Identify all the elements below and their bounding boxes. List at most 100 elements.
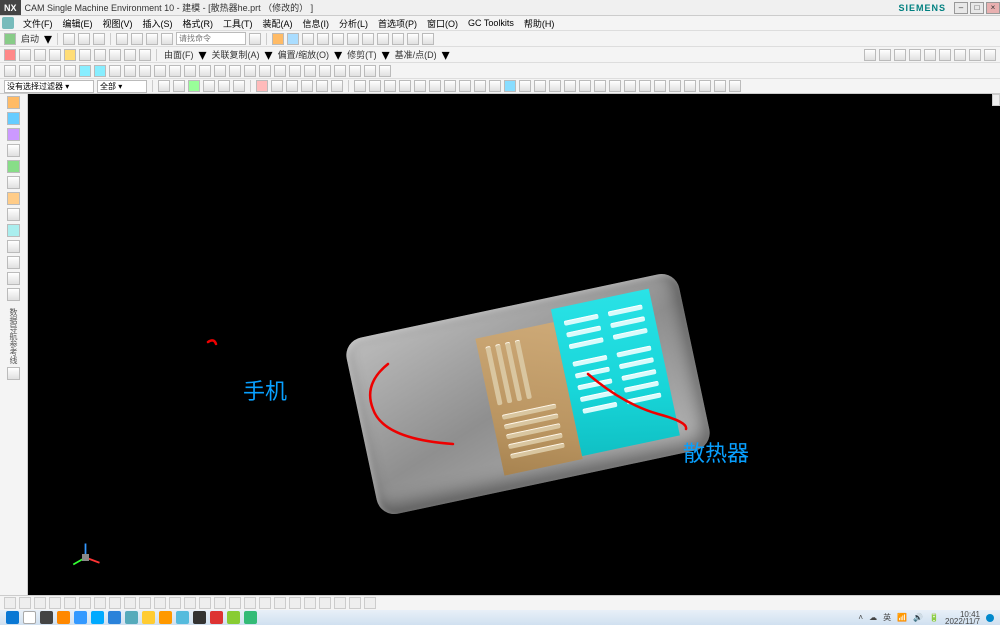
menu-insert[interactable]: 插入(S) [138, 17, 178, 30]
tb3-icon[interactable] [139, 65, 151, 77]
sidebar-icon[interactable] [7, 192, 20, 205]
fb-icon[interactable] [354, 80, 366, 92]
menu-help[interactable]: 帮助(H) [519, 17, 560, 30]
task-view-icon[interactable] [40, 611, 53, 624]
tb1-icon[interactable] [78, 33, 90, 45]
sb-icon[interactable] [139, 597, 151, 609]
sb-icon[interactable] [349, 597, 361, 609]
tb3-icon[interactable] [244, 65, 256, 77]
taskbar-app-icon[interactable] [176, 611, 189, 624]
tb1-icon[interactable] [93, 33, 105, 45]
tb3-icon[interactable] [259, 65, 271, 77]
taskbar-app-icon[interactable] [210, 611, 223, 624]
fb-icon[interactable] [256, 80, 268, 92]
tb3-icon[interactable] [214, 65, 226, 77]
tb2-icon[interactable] [109, 49, 121, 61]
menu-tools[interactable]: 工具(T) [218, 17, 258, 30]
fb-icon[interactable] [489, 80, 501, 92]
tb3-icon[interactable] [184, 65, 196, 77]
taskbar-app-icon[interactable] [159, 611, 172, 624]
tb1-icon[interactable] [362, 33, 374, 45]
sidebar-icon[interactable] [7, 176, 20, 189]
fb-icon[interactable] [188, 80, 200, 92]
fb-icon[interactable] [399, 80, 411, 92]
tb3-icon[interactable] [124, 65, 136, 77]
tb3-icon[interactable] [4, 65, 16, 77]
tb2-icon[interactable] [4, 49, 16, 61]
taskbar-app-icon[interactable] [125, 611, 138, 624]
file-explorer-icon[interactable] [142, 611, 155, 624]
tb1-icon[interactable] [63, 33, 75, 45]
sb-icon[interactable] [49, 597, 61, 609]
model-phone-body[interactable] [343, 271, 713, 518]
sidebar-icon[interactable] [7, 96, 20, 109]
menu-prefs[interactable]: 首选项(P) [373, 17, 422, 30]
tb1-icon[interactable] [317, 33, 329, 45]
sidebar-icon[interactable] [7, 256, 20, 269]
clock-date[interactable]: 2022/11/7 [945, 618, 980, 625]
tb1-icon[interactable] [272, 33, 284, 45]
tb2-icon[interactable] [49, 49, 61, 61]
tb2-icon[interactable] [984, 49, 996, 61]
fb-icon[interactable] [173, 80, 185, 92]
menu-gc[interactable]: GC Toolkits [463, 18, 519, 28]
tb3-icon[interactable] [109, 65, 121, 77]
start-icon[interactable] [4, 33, 16, 45]
tb2-icon[interactable] [939, 49, 951, 61]
selection-filter-dropdown[interactable]: 没有选择过滤器 ▾ [4, 80, 94, 93]
sb-icon[interactable] [199, 597, 211, 609]
sidebar-icon[interactable] [7, 224, 20, 237]
fb-icon[interactable] [639, 80, 651, 92]
taskbar-app-icon[interactable] [108, 611, 121, 624]
close-button[interactable]: × [986, 2, 1000, 14]
tb1-icon[interactable] [392, 33, 404, 45]
command-finder-input[interactable] [176, 32, 246, 45]
scope-dropdown[interactable]: 全部 ▾ [97, 80, 147, 93]
sidebar-icon[interactable] [7, 144, 20, 157]
tb3-icon[interactable] [304, 65, 316, 77]
graphics-viewport[interactable]: 手机 散热器 [28, 94, 1000, 595]
sidebar-icon[interactable] [7, 367, 20, 380]
tb2-icon[interactable] [94, 49, 106, 61]
start-label[interactable]: 启动 [19, 32, 41, 45]
sidebar-icon[interactable] [7, 240, 20, 253]
menu-format[interactable]: 格式(R) [178, 17, 219, 30]
tb2-icon[interactable] [79, 49, 91, 61]
sb-icon[interactable] [79, 597, 91, 609]
tb2-icon[interactable] [909, 49, 921, 61]
sb-icon[interactable] [34, 597, 46, 609]
tb2-icon[interactable] [124, 49, 136, 61]
tb3-icon[interactable] [349, 65, 361, 77]
sb-icon[interactable] [184, 597, 196, 609]
fb-icon[interactable] [549, 80, 561, 92]
tb3-icon[interactable] [19, 65, 31, 77]
fb-icon[interactable] [384, 80, 396, 92]
wechat-icon[interactable] [244, 611, 257, 624]
fb-icon[interactable] [654, 80, 666, 92]
fb-icon[interactable] [594, 80, 606, 92]
sidebar-icon[interactable] [7, 272, 20, 285]
restore-button[interactable]: □ [970, 2, 984, 14]
sidebar-icon[interactable] [7, 112, 20, 125]
fb-icon[interactable] [714, 80, 726, 92]
tb2-icon[interactable] [864, 49, 876, 61]
fb-icon[interactable] [331, 80, 343, 92]
menu-view[interactable]: 视图(V) [98, 17, 138, 30]
tb1-icon[interactable] [302, 33, 314, 45]
volume-icon[interactable]: 🔊 [913, 613, 923, 622]
sb-icon[interactable] [304, 597, 316, 609]
tb3-icon[interactable] [169, 65, 181, 77]
sb-icon[interactable] [289, 597, 301, 609]
sidebar-icon[interactable] [7, 128, 20, 141]
tb3-icon[interactable] [49, 65, 61, 77]
sb-icon[interactable] [319, 597, 331, 609]
search-icon[interactable] [23, 611, 36, 624]
sb-icon[interactable] [334, 597, 346, 609]
fb-icon[interactable] [301, 80, 313, 92]
tb1-icon[interactable] [332, 33, 344, 45]
fb-icon[interactable] [414, 80, 426, 92]
sb-icon[interactable] [154, 597, 166, 609]
menu-info[interactable]: 信息(I) [298, 17, 335, 30]
sb-icon[interactable] [109, 597, 121, 609]
sidebar-icon[interactable] [7, 208, 20, 221]
